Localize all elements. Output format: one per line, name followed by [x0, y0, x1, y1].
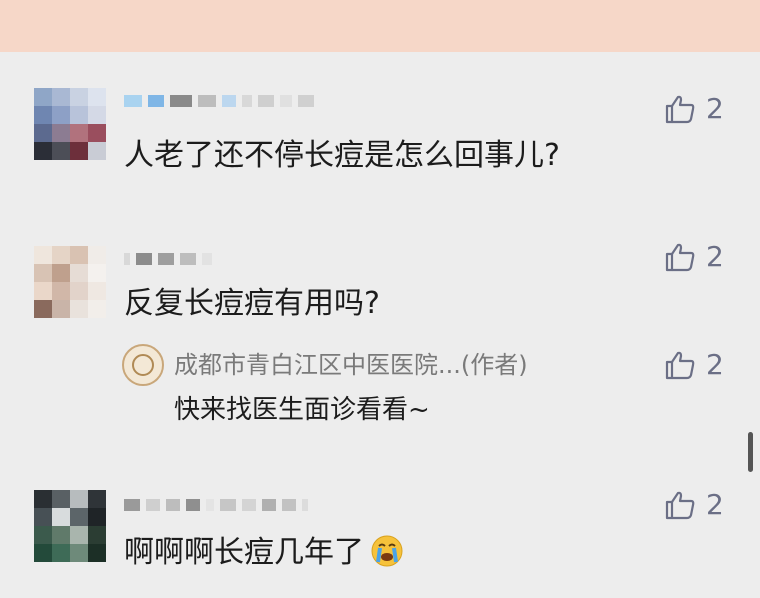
like-button[interactable]: 2 — [664, 92, 724, 125]
top-banner — [0, 0, 760, 52]
reply-text: 快来找医生面诊看看~ — [174, 395, 430, 425]
like-count: 2 — [706, 92, 724, 125]
avatar[interactable] — [34, 88, 106, 160]
avatar[interactable] — [34, 246, 106, 318]
comment-text-content: 啊啊啊长痘几年了 — [124, 535, 364, 570]
like-button[interactable]: 2 — [664, 348, 724, 381]
scrollbar[interactable] — [748, 432, 753, 472]
username-blurred — [124, 248, 212, 270]
comment-text: 啊啊啊长痘几年了 — [124, 534, 404, 571]
like-count: 2 — [706, 488, 724, 521]
comment-text: 人老了还不停长痘是怎么回事儿? — [124, 138, 560, 173]
username-blurred — [124, 90, 314, 112]
reply-author[interactable]: 成都市青白江区中医医院...(作者) — [174, 350, 528, 380]
thumbs-up-icon — [665, 95, 695, 123]
hospital-avatar[interactable] — [122, 344, 164, 386]
like-button[interactable]: 2 — [664, 240, 724, 273]
crying-face-icon — [371, 535, 403, 567]
like-count: 2 — [706, 240, 724, 273]
like-button[interactable]: 2 — [664, 488, 724, 521]
thumbs-up-icon — [665, 351, 695, 379]
avatar[interactable] — [34, 490, 106, 562]
comment-text: 反复长痘痘有用吗? — [124, 286, 380, 321]
thumbs-up-icon — [665, 491, 695, 519]
username-blurred — [124, 494, 308, 516]
thumbs-up-icon — [665, 243, 695, 271]
like-count: 2 — [706, 348, 724, 381]
